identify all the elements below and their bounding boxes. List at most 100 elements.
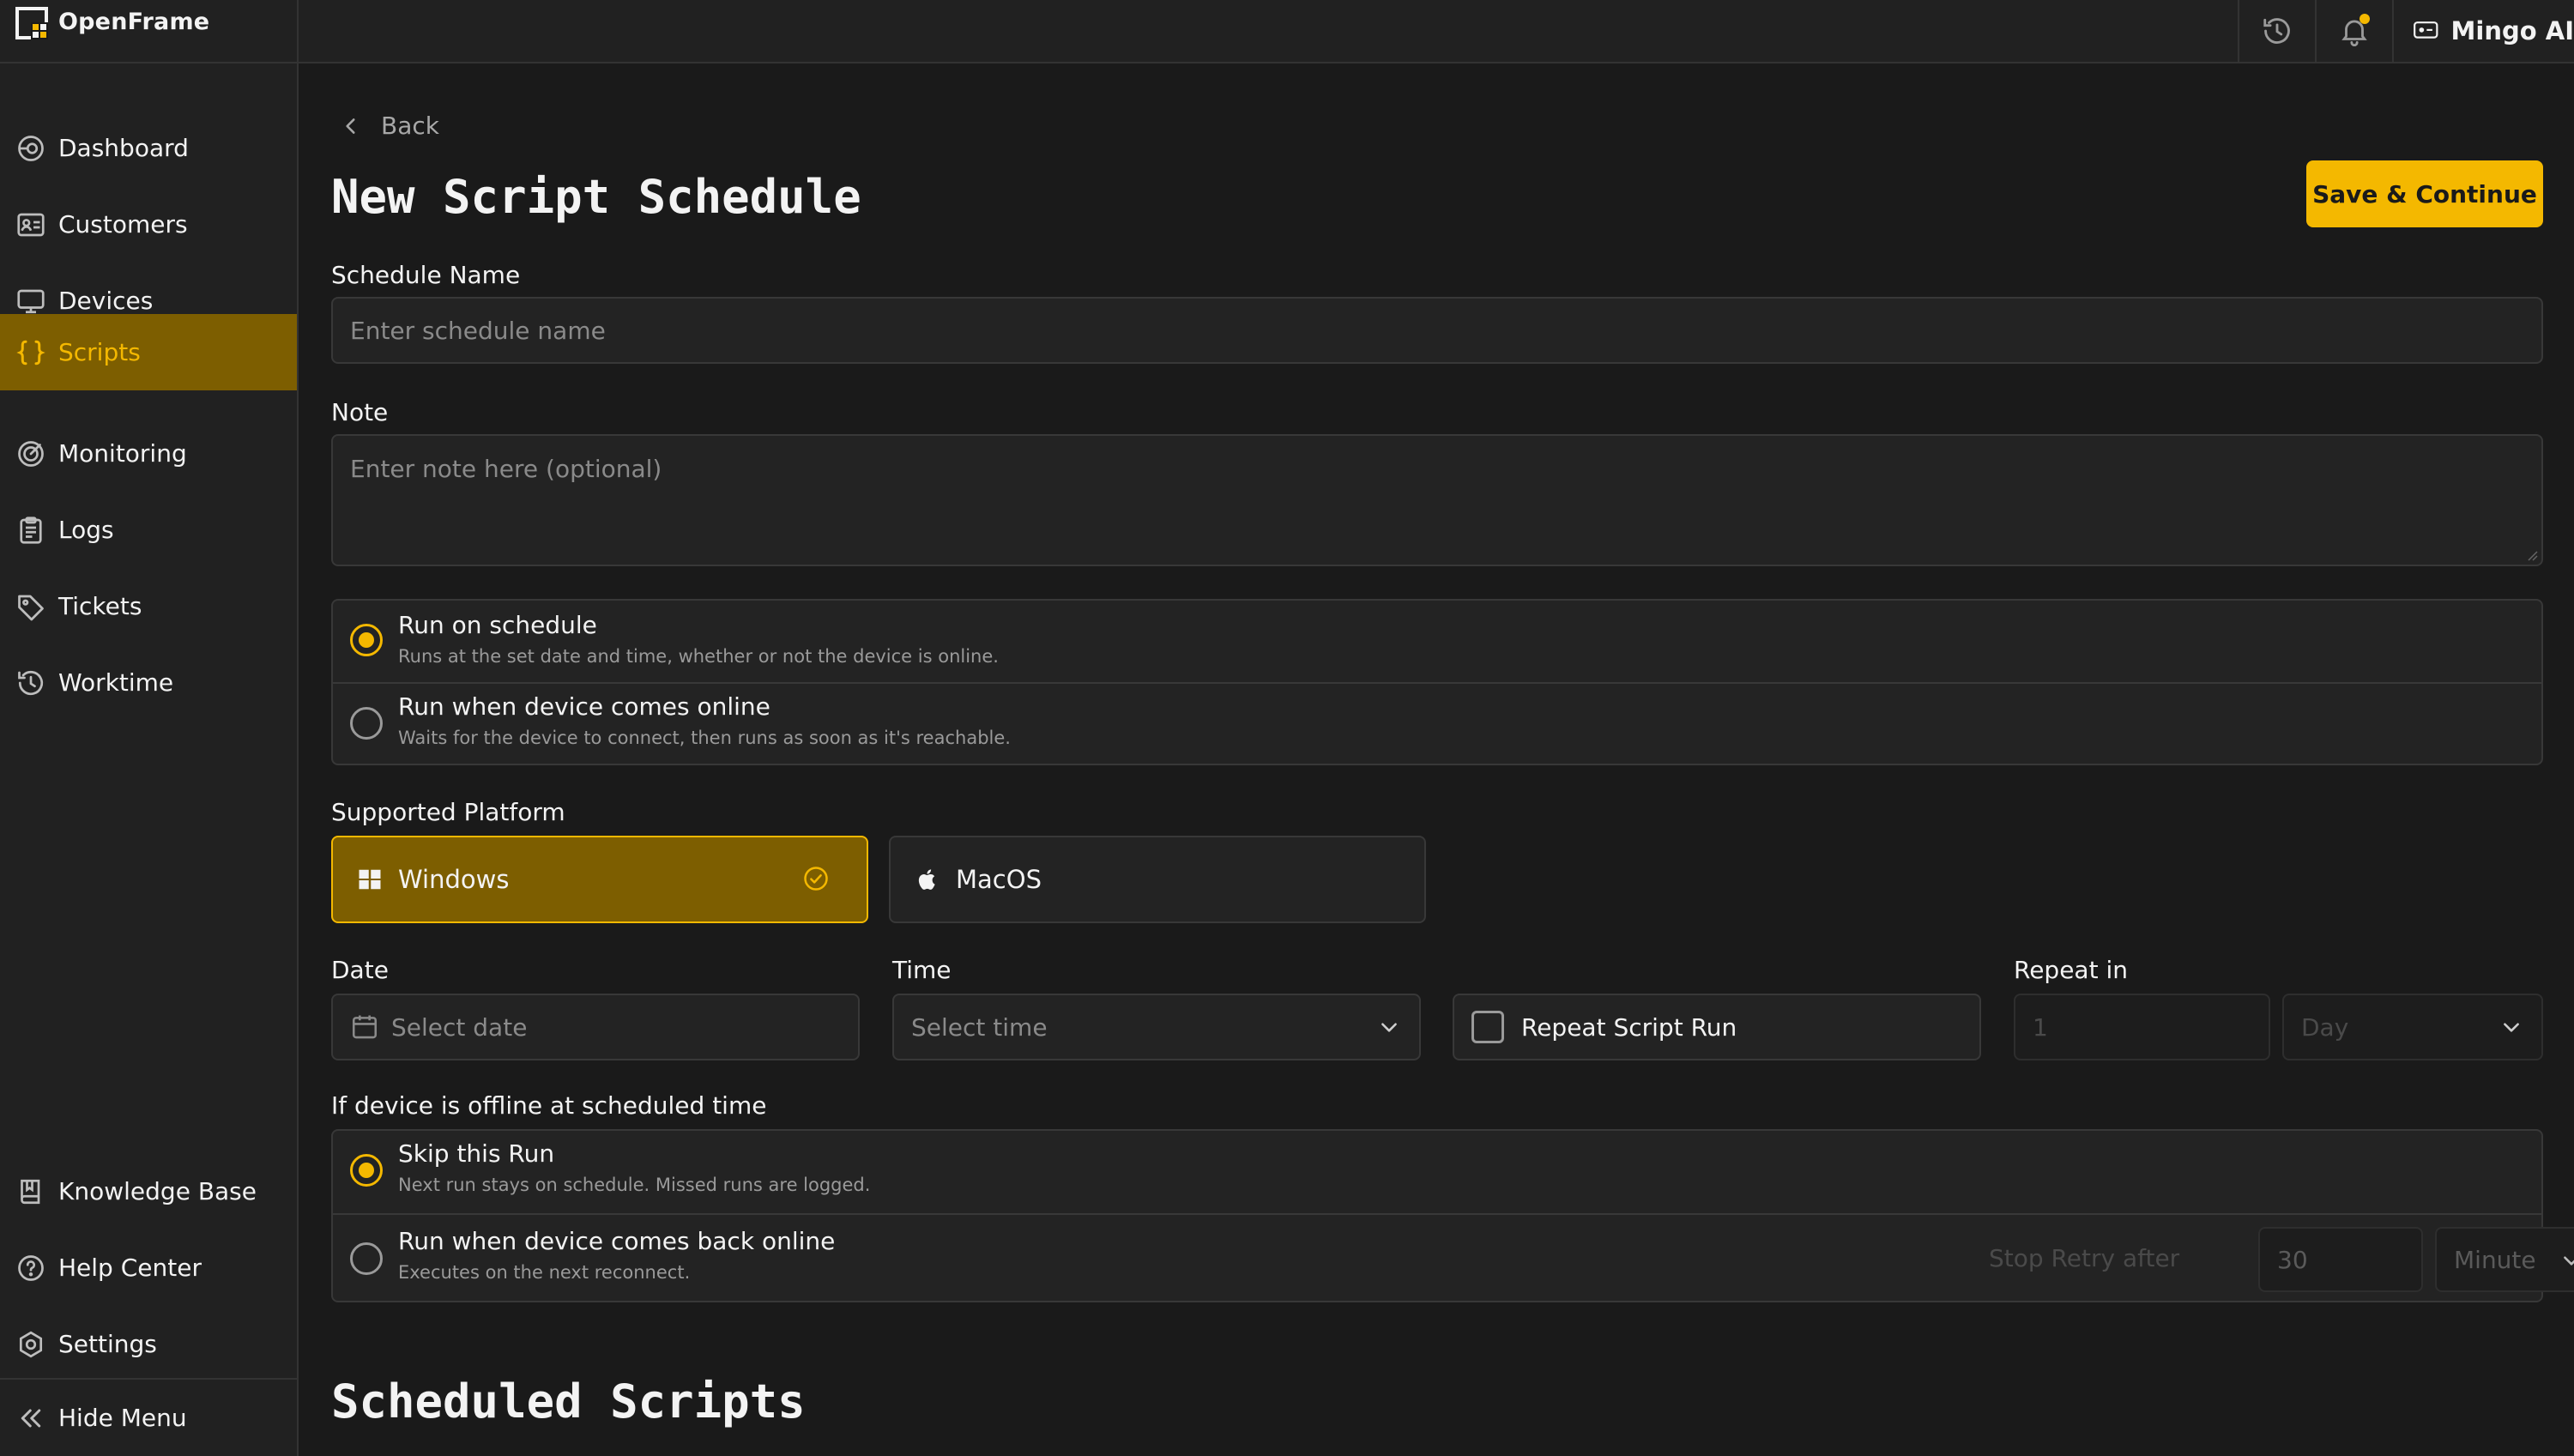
stop-retry-input[interactable]: 30 [2258, 1227, 2423, 1292]
chevron-left-icon [346, 118, 355, 134]
chevron-down-icon [1381, 1023, 1397, 1032]
page-title: New Script Schedule [331, 170, 861, 224]
option-description: Next run stays on schedule. Missed runs … [398, 1175, 871, 1195]
option-description: Runs at the set date and time, whether o… [398, 646, 999, 667]
chevrons-left-icon [21, 1409, 41, 1427]
sidebar-item-knowledge-base[interactable]: Knowledge Base [0, 1153, 297, 1229]
schedule-name-input[interactable]: Enter schedule name [331, 297, 2543, 364]
skip-run-radio[interactable] [350, 1154, 383, 1187]
sidebar-item-label: Logs [58, 516, 114, 544]
sidebar-item-customers[interactable]: Customers [0, 186, 297, 263]
apple-icon [918, 869, 935, 890]
clipboard-icon [20, 516, 42, 544]
history-button[interactable] [2238, 0, 2315, 62]
time-label: Time [892, 956, 952, 984]
repeat-checkbox[interactable] [1471, 1011, 1504, 1043]
sidebar-item-scripts[interactable]: Scripts [0, 314, 297, 390]
stop-retry-unit-select[interactable]: Minute [2435, 1227, 2574, 1292]
sidebar-item-settings[interactable]: Settings [0, 1306, 297, 1382]
sidebar-item-help-center[interactable]: Help Center [0, 1229, 297, 1306]
date-input[interactable]: Select date [331, 994, 860, 1060]
time-placeholder: Select time [911, 1012, 1048, 1042]
back-link[interactable]: Back [340, 112, 439, 140]
sidebar-item-dashboard[interactable]: Dashboard [0, 110, 297, 186]
option-description: Waits for the device to connect, then ru… [398, 728, 1011, 748]
top-actions: Mingo AI [2238, 0, 2574, 62]
chevron-down-icon [2564, 1256, 2574, 1266]
calendar-icon [352, 1015, 378, 1039]
note-textarea[interactable]: Enter note here (optional) [331, 434, 2543, 566]
save-continue-button[interactable]: Save & Continue [2306, 160, 2543, 227]
offline-behavior-label: If device is offline at scheduled time [331, 1091, 767, 1120]
supported-platform-label: Supported Platform [331, 798, 565, 826]
platform-label: MacOS [956, 865, 1042, 894]
windows-icon [359, 869, 381, 890]
check-circle-icon [804, 867, 828, 891]
repeat-in-label: Repeat in [2014, 956, 2128, 984]
sidebar-item-label: Customers [58, 210, 188, 239]
repeat-script-run-toggle[interactable]: Repeat Script Run [1453, 994, 1981, 1060]
dashboard-icon [18, 135, 44, 161]
resize-grip-icon[interactable] [2526, 549, 2538, 561]
notification-badge [2360, 14, 2370, 24]
monitor-icon [17, 289, 45, 313]
sidebar-item-logs[interactable]: Logs [0, 492, 297, 568]
run-when-back-online-radio[interactable] [350, 1242, 383, 1275]
platform-windows-option[interactable]: Windows [331, 836, 868, 923]
option-title: Run when device comes online [398, 692, 770, 721]
option-title: Run on schedule [398, 611, 597, 639]
sidebar-item-label: Tickets [58, 592, 142, 620]
brand[interactable]: OpenFrame [0, 0, 299, 63]
platform-label: Windows [398, 865, 510, 894]
help-icon [18, 1254, 44, 1281]
time-select[interactable]: Select time [892, 994, 1421, 1060]
mingo-ai-button[interactable]: Mingo AI [2392, 0, 2574, 62]
option-title: Skip this Run [398, 1139, 555, 1168]
note-label: Note [331, 398, 389, 426]
option-title: Run when device comes back online [398, 1227, 836, 1255]
gear-icon [19, 1331, 43, 1357]
date-label: Date [331, 956, 389, 984]
notifications-button[interactable] [2315, 0, 2392, 62]
run-when-online-radio[interactable] [350, 707, 383, 740]
hide-menu-label: Hide Menu [58, 1404, 187, 1432]
scheduled-scripts-title: Scheduled Scripts [331, 1374, 806, 1429]
option-description: Executes on the next reconnect. [398, 1262, 691, 1283]
hide-menu-button[interactable]: Hide Menu [0, 1378, 297, 1456]
run-on-schedule-option[interactable]: Run on schedule Runs at the set date and… [333, 601, 2541, 682]
customers-icon [17, 213, 45, 236]
run-mode-group: Run on schedule Runs at the set date and… [331, 599, 2543, 765]
sidebar-item-label: Worktime [58, 668, 174, 697]
sidebar-item-label: Settings [58, 1330, 157, 1358]
repeat-unit-value: Day [2301, 1012, 2349, 1042]
stop-retry-unit-value: Minute [2454, 1245, 2536, 1274]
sidebar-item-label: Monitoring [58, 439, 187, 468]
chevron-down-icon [2504, 1023, 2519, 1032]
sidebar-item-label: Scripts [58, 338, 141, 366]
app-name: OpenFrame [58, 9, 210, 35]
offline-behavior-group: Skip this Run Next run stays on schedule… [331, 1129, 2574, 1302]
sidebar-item-label: Dashboard [58, 134, 189, 162]
sidebar-item-monitoring[interactable]: Monitoring [0, 415, 297, 492]
run-when-back-online-option[interactable]: Run when device comes back online Execut… [333, 1215, 2574, 1302]
run-when-online-option[interactable]: Run when device comes online Waits for t… [333, 684, 2541, 765]
platform-macos-option[interactable]: MacOS [889, 836, 1426, 923]
note-placeholder: Enter note here (optional) [350, 455, 662, 483]
main-content: Back New Script Schedule Save & Continue… [300, 63, 2574, 1456]
repeat-interval-input[interactable]: 1 [2014, 994, 2270, 1060]
tag-icon [18, 595, 44, 620]
stop-retry-label: Stop Retry after [1989, 1244, 2180, 1272]
sidebar-item-worktime[interactable]: Worktime [0, 644, 297, 721]
skip-run-option[interactable]: Skip this Run Next run stays on schedule… [333, 1131, 2541, 1213]
run-on-schedule-radio[interactable] [350, 624, 383, 656]
sidebar: Dashboard Customers Devices Scripts Moni… [0, 63, 299, 1456]
repeat-unit-select[interactable]: Day [2282, 994, 2543, 1060]
top-bar: OpenFrame Mingo AI [0, 0, 2574, 63]
openframe-logo-icon [15, 7, 48, 39]
sidebar-item-tickets[interactable]: Tickets [0, 568, 297, 644]
radar-icon [18, 440, 44, 467]
ai-chat-icon [2414, 21, 2438, 39]
book-icon [21, 1179, 40, 1204]
sidebar-item-label: Knowledge Base [58, 1177, 257, 1205]
braces-icon [16, 340, 45, 365]
